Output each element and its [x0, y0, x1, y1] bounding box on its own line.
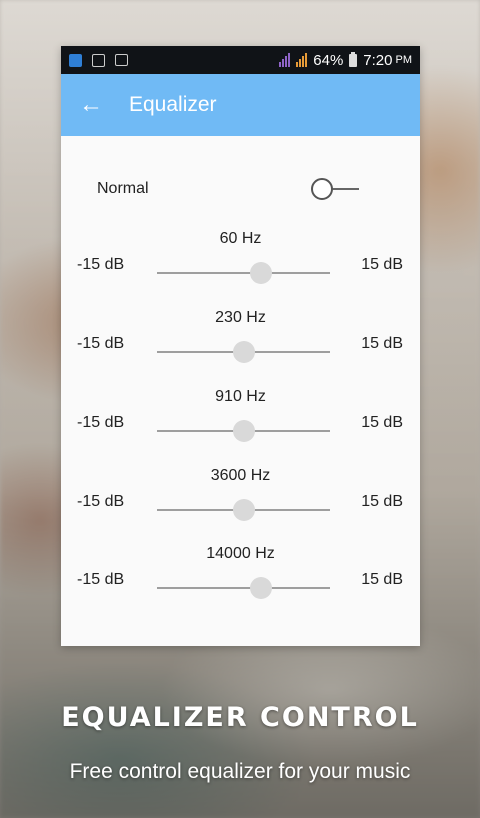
band-910hz: 910 Hz -15 dB 15 dB: [61, 388, 420, 458]
battery-percent: 64%: [313, 51, 344, 69]
band-frequency: 910 Hz: [215, 388, 266, 405]
signal-icon: [279, 53, 291, 67]
slider-thumb[interactable]: [249, 262, 272, 284]
battery-icon: [349, 51, 358, 67]
phone-screen: 64% 7:20 PM ← Equalizer Normal 60 Hz -15…: [61, 46, 420, 646]
status-bar: 64% 7:20 PM: [61, 46, 420, 74]
preset-label: Normal: [97, 180, 149, 197]
clock: 7:20: [363, 51, 393, 69]
band-slider[interactable]: [157, 499, 330, 521]
band-min-label: -15 dB: [77, 414, 125, 431]
slider-rail: [157, 587, 330, 589]
arrow-left-icon[interactable]: ←: [61, 93, 121, 117]
message-icon: [115, 54, 128, 66]
clock-ampm: PM: [395, 54, 413, 66]
signal-icon: [296, 53, 308, 67]
band-max-label: 15 dB: [361, 335, 403, 352]
band-frequency: 230 Hz: [215, 309, 266, 326]
preset-toggle[interactable]: [311, 178, 359, 200]
slider-thumb[interactable]: [232, 420, 255, 442]
slider-rail: [157, 272, 330, 274]
app-bar: ← Equalizer: [61, 74, 420, 136]
band-slider[interactable]: [157, 420, 330, 442]
page-title: Equalizer: [129, 93, 217, 116]
band-min-label: -15 dB: [77, 256, 125, 273]
slider-thumb[interactable]: [232, 499, 255, 521]
band-min-label: -15 dB: [77, 335, 125, 352]
promo-title: EQUALIZER CONTROL: [61, 702, 419, 733]
band-3600hz: 3600 Hz -15 dB 15 dB: [61, 467, 420, 537]
band-max-label: 15 dB: [361, 571, 403, 588]
band-max-label: 15 dB: [361, 256, 403, 273]
band-14000hz: 14000 Hz -15 dB 15 dB: [61, 545, 420, 615]
band-frequency: 60 Hz: [219, 230, 262, 247]
play-store-icon: [69, 53, 82, 67]
slider-thumb[interactable]: [232, 341, 255, 363]
band-min-label: -15 dB: [77, 493, 125, 510]
band-slider[interactable]: [157, 577, 330, 599]
band-slider[interactable]: [157, 262, 330, 284]
band-frequency: 14000 Hz: [206, 545, 275, 562]
band-slider[interactable]: [157, 341, 330, 363]
toggle-thumb[interactable]: [311, 178, 333, 200]
band-max-label: 15 dB: [361, 414, 403, 431]
band-min-label: -15 dB: [77, 571, 125, 588]
band-frequency: 3600 Hz: [210, 467, 271, 484]
band-230hz: 230 Hz -15 dB 15 dB: [61, 309, 420, 379]
promo-subtitle: Free control equalizer for your music: [69, 760, 411, 783]
band-max-label: 15 dB: [361, 493, 403, 510]
band-60hz: 60 Hz -15 dB 15 dB: [61, 230, 420, 300]
preset-row[interactable]: Normal: [97, 178, 359, 200]
slider-thumb[interactable]: [249, 577, 272, 599]
image-icon: [92, 53, 105, 67]
